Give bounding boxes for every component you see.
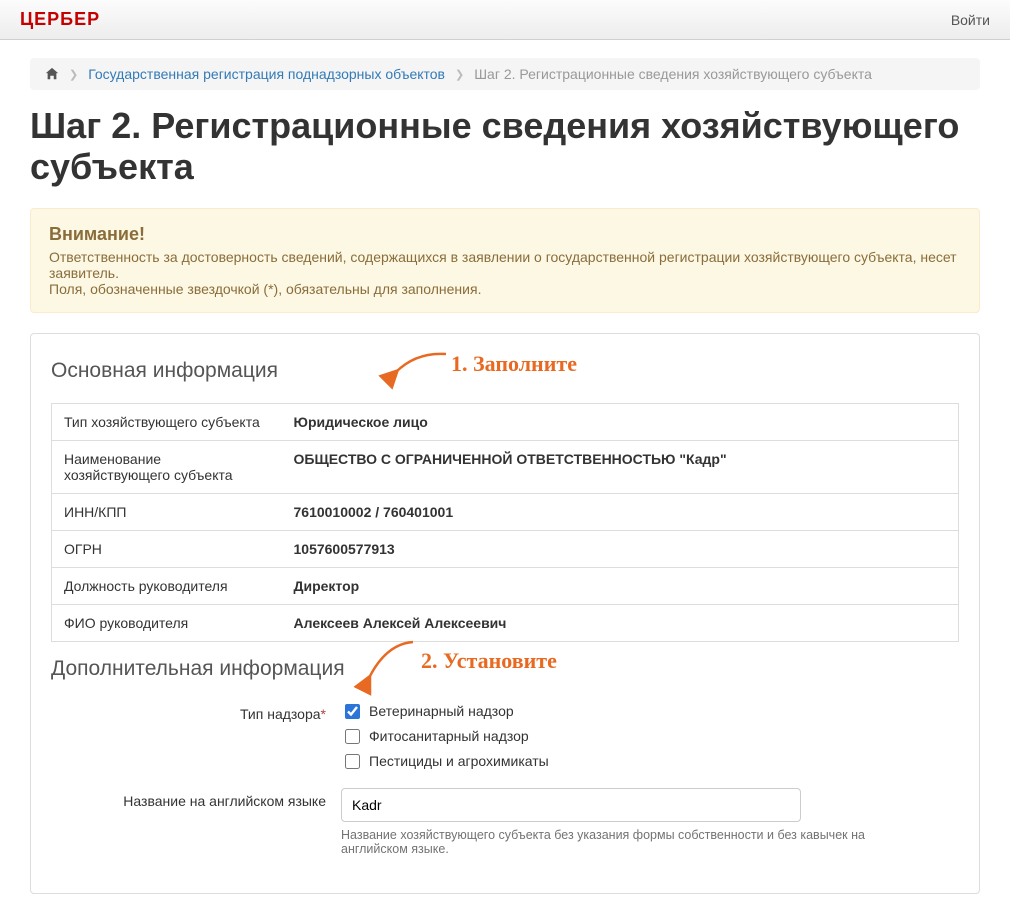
breadcrumb: ❯ Государственная регистрация поднадзорн… xyxy=(30,58,980,90)
supervision-option[interactable]: Ветеринарный надзор xyxy=(341,701,919,722)
supervision-checkbox[interactable] xyxy=(345,729,360,744)
supervision-checkbox[interactable] xyxy=(345,704,360,719)
login-link[interactable]: Войти xyxy=(951,12,990,28)
alert-line1: Ответственность за достоверность сведени… xyxy=(49,249,957,281)
english-name-group: Название на английском языке Название хо… xyxy=(51,788,959,856)
row-value: Алексеев Алексей Алексеевич xyxy=(282,604,959,641)
english-name-input[interactable] xyxy=(341,788,801,822)
supervision-option[interactable]: Фитосанитарный надзор xyxy=(341,726,919,747)
row-value: 1057600577913 xyxy=(282,530,959,567)
info-table: Тип хозяйствующего субъектаЮридическое л… xyxy=(51,403,959,642)
row-label: ОГРН xyxy=(52,530,282,567)
supervision-type-label: Тип надзора* xyxy=(51,701,341,722)
alert-line2: Поля, обозначенные звездочкой (*), обяза… xyxy=(49,281,481,297)
table-row: ИНН/КПП7610010002 / 760401001 xyxy=(52,493,959,530)
breadcrumb-link-registration[interactable]: Государственная регистрация поднадзорных… xyxy=(88,66,445,82)
alert-title: Внимание! xyxy=(49,224,961,245)
brand-logo[interactable]: ЦЕРБЕР xyxy=(20,9,100,30)
section-main-info: Основная информация xyxy=(51,359,959,383)
table-row: Должность руководителяДиректор xyxy=(52,567,959,604)
table-row: ФИО руководителяАлексеев Алексей Алексее… xyxy=(52,604,959,641)
row-label: Наименование хозяйствующего субъекта xyxy=(52,440,282,493)
supervision-option[interactable]: Пестициды и агрохимикаты xyxy=(341,751,919,772)
navbar: ЦЕРБЕР Войти xyxy=(0,0,1010,40)
supervision-option-label: Пестициды и агрохимикаты xyxy=(369,753,549,769)
main-panel: Основная информация Тип хозяйствующего с… xyxy=(30,333,980,894)
breadcrumb-current: Шаг 2. Регистрационные сведения хозяйств… xyxy=(474,66,872,82)
table-row: ОГРН1057600577913 xyxy=(52,530,959,567)
supervision-option-label: Ветеринарный надзор xyxy=(369,703,514,719)
row-value: Директор xyxy=(282,567,959,604)
supervision-checkbox[interactable] xyxy=(345,754,360,769)
page-title: Шаг 2. Регистрационные сведения хозяйств… xyxy=(30,105,980,188)
english-name-label: Название на английском языке xyxy=(51,788,341,809)
table-row: Наименование хозяйствующего субъектаОБЩЕ… xyxy=(52,440,959,493)
breadcrumb-separator-icon: ❯ xyxy=(69,68,78,81)
row-label: ФИО руководителя xyxy=(52,604,282,641)
english-name-help: Название хозяйствующего субъекта без ука… xyxy=(341,828,919,856)
supervision-option-label: Фитосанитарный надзор xyxy=(369,728,529,744)
supervision-type-group: Тип надзора* Ветеринарный надзор Фитосани… xyxy=(51,701,959,776)
table-row: Тип хозяйствующего субъектаЮридическое л… xyxy=(52,403,959,440)
row-value: 7610010002 / 760401001 xyxy=(282,493,959,530)
row-value: Юридическое лицо xyxy=(282,403,959,440)
home-icon[interactable] xyxy=(45,67,59,81)
row-label: Должность руководителя xyxy=(52,567,282,604)
breadcrumb-separator-icon: ❯ xyxy=(455,68,464,81)
section-extra-info: Дополнительная информация xyxy=(51,657,959,681)
row-value: ОБЩЕСТВО С ОГРАНИЧЕННОЙ ОТВЕТСТВЕННОСТЬЮ… xyxy=(282,440,959,493)
row-label: Тип хозяйствующего субъекта xyxy=(52,403,282,440)
alert-warning: Внимание! Ответственность за достовернос… xyxy=(30,208,980,313)
row-label: ИНН/КПП xyxy=(52,493,282,530)
